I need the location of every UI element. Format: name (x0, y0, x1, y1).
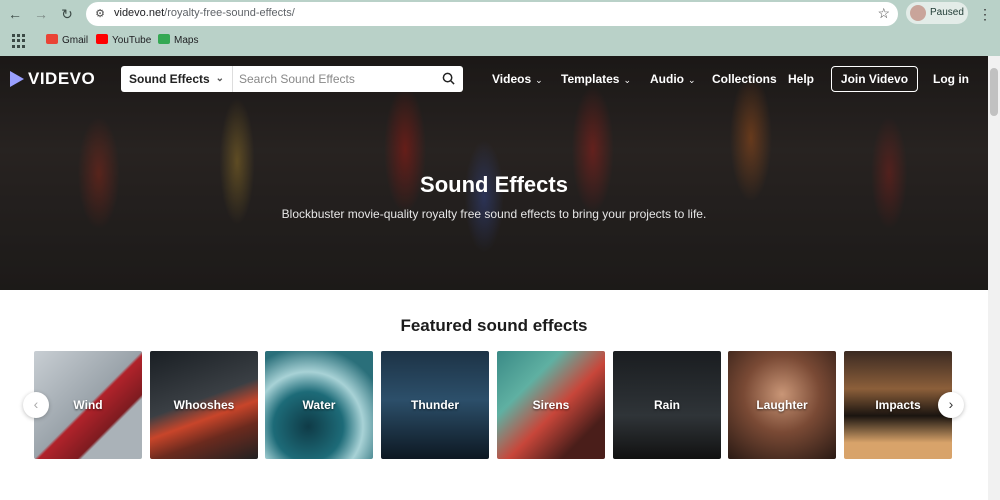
tile-label: Laughter (756, 398, 808, 412)
chevron-down-icon: ⌄ (623, 75, 632, 85)
site-info-icon[interactable]: ⚙ (92, 6, 108, 22)
back-icon[interactable]: ← (6, 5, 24, 23)
youtube-icon (96, 34, 108, 44)
search-category-dropdown[interactable]: Sound Effects ⌄ (121, 66, 233, 92)
tile-label: Rain (653, 398, 680, 412)
category-tile-water[interactable]: Water (265, 351, 373, 459)
search-bar: Sound Effects ⌄ (121, 66, 463, 92)
nav-help[interactable]: Help (788, 72, 814, 86)
featured-carousel: Wind Whooshes Water Thunder Sirens Rain Laught… (34, 351, 954, 459)
category-tile-sirens[interactable]: Sirens (497, 351, 605, 459)
bookmark-star-icon[interactable]: ☆ (877, 5, 890, 22)
address-bar[interactable]: ⚙ videvo.net/royalty-free-sound-effects/… (86, 2, 898, 26)
tile-label: Thunder (411, 398, 459, 412)
category-tile-rain[interactable]: Rain (613, 351, 721, 459)
tile-label: Wind (73, 398, 103, 412)
category-tile-wind[interactable]: Wind (34, 351, 142, 459)
page-title: Sound Effects (420, 172, 568, 197)
chevron-left-icon: ‹ (33, 396, 39, 412)
browser-menu-icon[interactable]: ⋮ (978, 5, 992, 23)
tile-label: Impacts (875, 398, 921, 412)
reload-icon[interactable]: ↻ (58, 5, 76, 23)
profile-status: Paused (930, 7, 964, 18)
nav-collections[interactable]: Collections (712, 72, 777, 86)
page-subtitle: Blockbuster movie-quality royalty free s… (281, 207, 707, 221)
carousel-next-button[interactable]: › (938, 392, 964, 418)
nav-audio[interactable]: Audio ⌄ (650, 72, 696, 86)
chevron-down-icon: ⌄ (688, 75, 696, 85)
featured-heading: Featured sound effects (400, 316, 588, 335)
avatar (910, 5, 926, 21)
category-tile-thunder[interactable]: Thunder (381, 351, 489, 459)
search-icon[interactable] (442, 72, 455, 85)
carousel-prev-button[interactable]: ‹ (23, 392, 49, 418)
tile-label: Water (302, 398, 336, 412)
scrollbar-thumb[interactable] (990, 68, 998, 116)
chevron-down-icon: ⌄ (535, 75, 543, 85)
bookmark-gmail[interactable]: Gmail (46, 34, 88, 48)
nav-templates[interactable]: Templates ⌄ (561, 72, 631, 86)
logo-play-icon (10, 71, 24, 87)
browser-chrome: ← → ↻ ⚙ videvo.net/royalty-free-sound-ef… (0, 0, 1000, 56)
chevron-down-icon: ⌄ (215, 73, 224, 84)
bookmarks-bar: Gmail YouTube Maps (0, 30, 1000, 52)
apps-grid-icon[interactable] (12, 34, 26, 48)
tile-label: Sirens (532, 398, 570, 412)
url-text[interactable]: videvo.net/royalty-free-sound-effects/ (114, 7, 295, 19)
bookmark-maps[interactable]: Maps (158, 34, 198, 48)
join-videvo-button[interactable]: Join Videvo (831, 66, 918, 92)
page-scrollbar[interactable] (988, 56, 1000, 500)
category-tile-impacts[interactable]: Impacts (844, 351, 952, 459)
forward-icon[interactable]: → (32, 5, 50, 23)
gmail-icon (46, 34, 58, 44)
profile-button[interactable]: Paused (906, 2, 968, 24)
videvo-logo[interactable]: VIDEVO (10, 68, 95, 90)
category-tile-whooshes[interactable]: Whooshes (150, 351, 258, 459)
login-link[interactable]: Log in (933, 72, 969, 86)
category-tile-laughter[interactable]: Laughter (728, 351, 836, 459)
nav-videos[interactable]: Videos ⌄ (492, 72, 543, 86)
chevron-right-icon: › (948, 396, 954, 412)
address-row: ← → ↻ ⚙ videvo.net/royalty-free-sound-ef… (0, 0, 1000, 28)
tile-label: Whooshes (173, 398, 235, 412)
maps-icon (158, 34, 170, 44)
search-input[interactable] (239, 70, 429, 88)
bookmark-youtube[interactable]: YouTube (96, 34, 151, 48)
page-content: Sound Effects Blockbuster movie-quality … (0, 56, 988, 500)
site-header: VIDEVO Sound Effects ⌄ Videos⌄ Templates… (0, 56, 988, 102)
